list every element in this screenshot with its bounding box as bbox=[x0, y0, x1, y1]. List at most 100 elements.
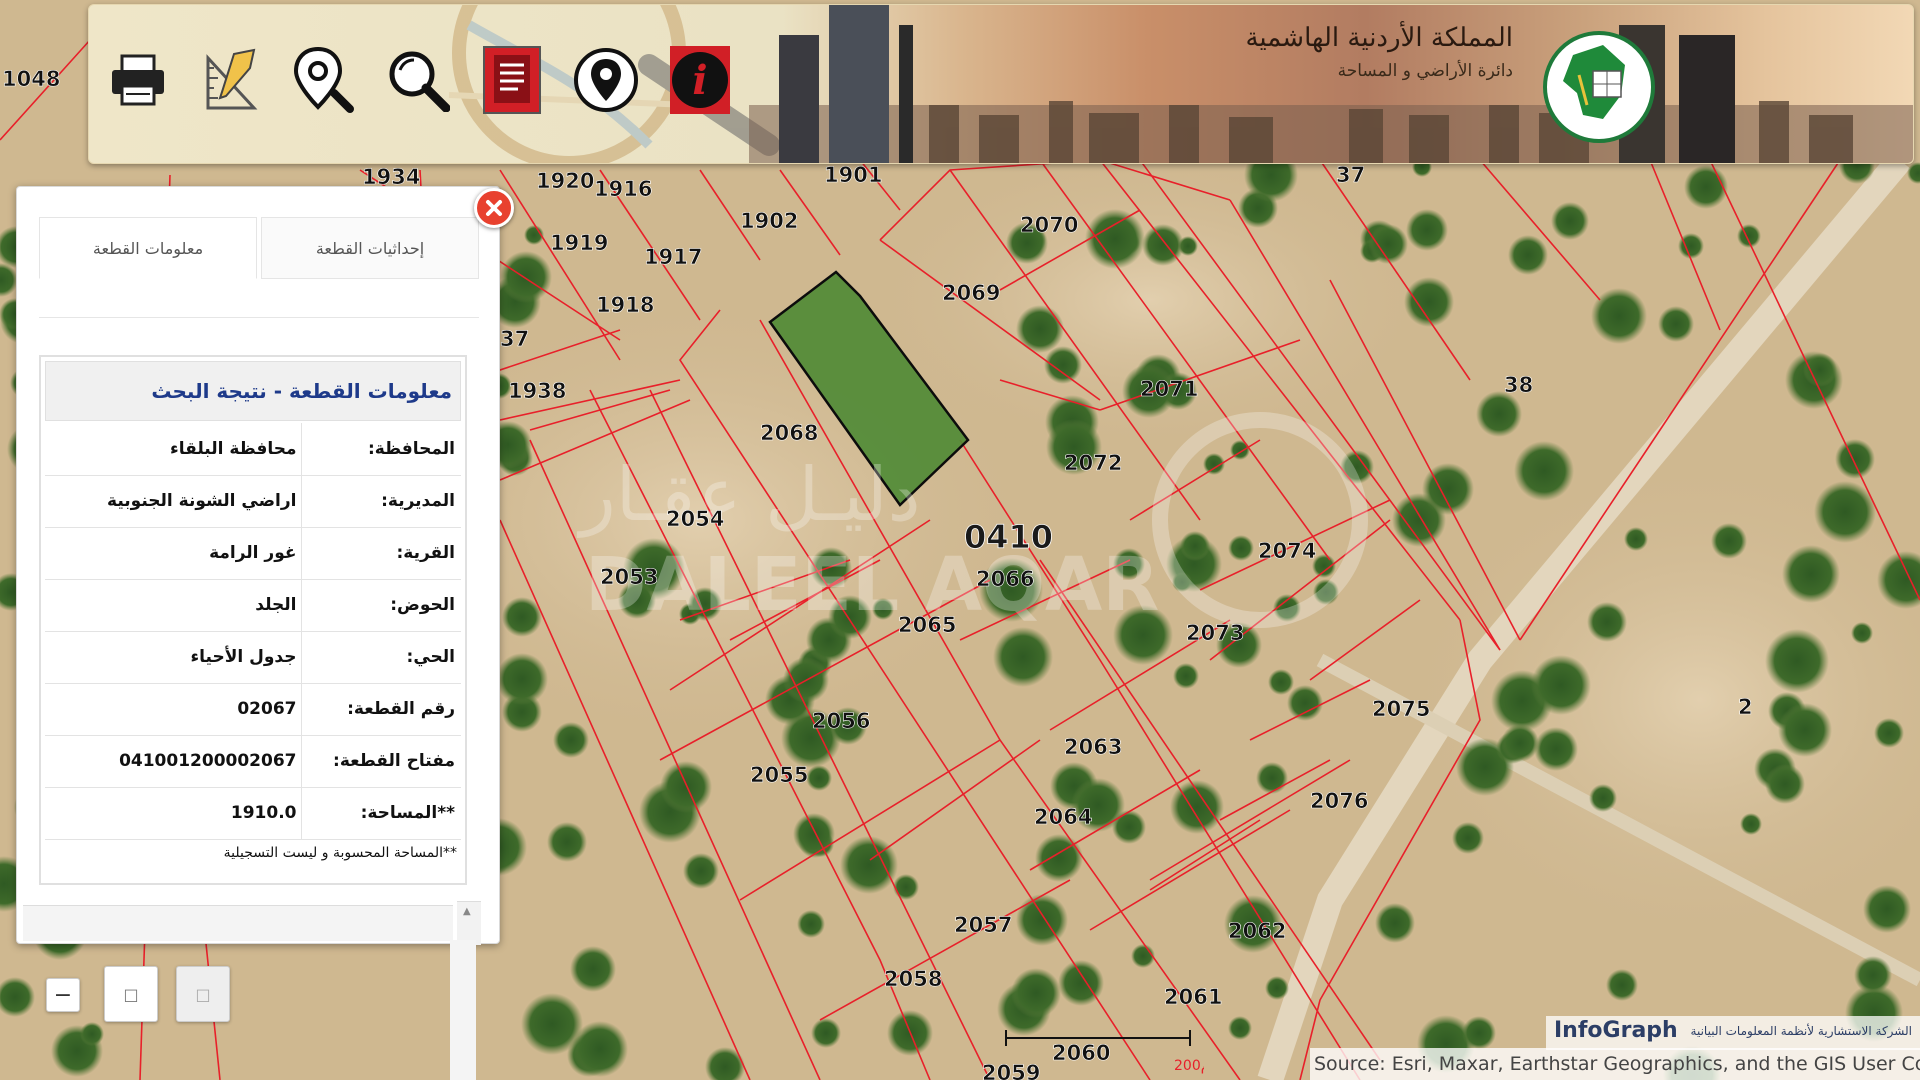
parcel-label-1917: 1917 bbox=[644, 245, 702, 269]
bush bbox=[1658, 306, 1694, 342]
parcel-label-2071: 2071 bbox=[1140, 377, 1198, 401]
bush bbox=[553, 722, 589, 758]
bush bbox=[1375, 903, 1415, 943]
parcel-info-panel: معلومات القطعة إحداثيات القطعة معلومات ا… bbox=[16, 186, 500, 945]
parcel-label-2057: 2057 bbox=[954, 913, 1012, 937]
bush bbox=[1044, 346, 1082, 384]
info-row: الحوض: الجلد bbox=[45, 579, 461, 632]
watermark-arabic: دليـل عقـار bbox=[576, 452, 921, 538]
search-button[interactable] bbox=[379, 35, 457, 125]
tab-parcel-coordinates[interactable]: إحداثيات القطعة bbox=[261, 217, 479, 279]
bush bbox=[1740, 813, 1762, 835]
bush bbox=[1874, 718, 1904, 748]
result-title: معلومات القطعة - نتيجة البحث bbox=[45, 361, 461, 421]
parcel-label-2066: 2066 bbox=[976, 567, 1034, 591]
title-block: المملكة الأردنية الهاشمية دائرة الأراضي … bbox=[1245, 23, 1513, 81]
bush bbox=[1452, 822, 1484, 854]
bush bbox=[1514, 441, 1574, 501]
tab-parcel-info[interactable]: معلومات القطعة bbox=[39, 217, 257, 279]
bush bbox=[1711, 523, 1747, 559]
bush bbox=[1016, 894, 1068, 946]
bush bbox=[806, 765, 832, 791]
page-scrollbar[interactable] bbox=[450, 940, 476, 1080]
scale-label: 200م bbox=[1174, 1058, 1204, 1074]
info-row: رقم القطعة: 02067 bbox=[45, 683, 461, 736]
bush bbox=[1589, 784, 1617, 812]
parcel-label-1938: 1938 bbox=[508, 379, 566, 403]
print-button[interactable] bbox=[99, 35, 177, 125]
header-banner: i المملكة الأردنية الهاشمية دائرة الأراض… bbox=[88, 4, 1914, 164]
department-title: دائرة الأراضي و المساحة bbox=[1337, 61, 1513, 81]
parcel-label-2065: 2065 bbox=[898, 613, 956, 637]
info-row-label: المحافظة: bbox=[300, 423, 461, 476]
bush bbox=[1228, 535, 1254, 561]
parcel-label-2074: 2074 bbox=[1258, 539, 1316, 563]
parcel-label-2058: 2058 bbox=[884, 967, 942, 991]
info-button[interactable]: i bbox=[661, 35, 739, 125]
bush bbox=[1368, 224, 1408, 264]
full-extent-button[interactable]: □ bbox=[176, 966, 230, 1022]
bush bbox=[1016, 305, 1064, 353]
bush bbox=[572, 1021, 628, 1077]
bush bbox=[80, 1022, 104, 1046]
parcel-label-2072: 2072 bbox=[1064, 451, 1122, 475]
infograph-text: الشركة الاستشارية لأنظمة المعلومات البيا… bbox=[1690, 1024, 1912, 1038]
parcel-label-37: 37 bbox=[1336, 163, 1365, 187]
bush bbox=[1406, 209, 1448, 251]
info-row: القرية: غور الرامة bbox=[45, 527, 461, 580]
info-row: مفتاح القطعة: 041001200002067 bbox=[45, 735, 461, 788]
parcel-label-2055: 2055 bbox=[750, 763, 808, 787]
parcel-label-1919: 1919 bbox=[550, 231, 608, 255]
locate-icon bbox=[294, 46, 354, 113]
parcel-label-2075: 2075 bbox=[1372, 697, 1430, 721]
marker-button[interactable] bbox=[567, 35, 645, 125]
parcel-info-table: المحافظة: محافظة البلقاء المديرية: اراضي ال… bbox=[45, 423, 461, 840]
scroll-up-icon: ▲ bbox=[463, 906, 471, 917]
info-row: المديرية: اراضي الشونة الجنوبية bbox=[45, 475, 461, 528]
area-footnote: **المساحة المحسوبة و ليست التسجيلية bbox=[223, 845, 457, 861]
printer-icon bbox=[112, 54, 164, 106]
home-button[interactable]: □ bbox=[104, 966, 158, 1022]
watermark-latin: DALEEL AQAR bbox=[585, 542, 1159, 628]
bush bbox=[1765, 629, 1829, 693]
locate-button[interactable] bbox=[285, 35, 363, 125]
bush bbox=[1228, 1016, 1252, 1040]
search-icon bbox=[389, 51, 450, 112]
bush bbox=[1476, 391, 1522, 437]
bush bbox=[1287, 685, 1323, 721]
bush bbox=[1131, 944, 1155, 968]
bush bbox=[547, 822, 587, 862]
info-row: الحي: جدول الأحياء bbox=[45, 631, 461, 684]
zoom-out-button[interactable]: − bbox=[46, 978, 80, 1012]
bush bbox=[797, 910, 825, 938]
info-row-label: مفتاح القطعة: bbox=[300, 735, 461, 788]
bush bbox=[500, 251, 552, 303]
measure-icon bbox=[206, 48, 258, 110]
scale-bar: 200م bbox=[1005, 1030, 1204, 1074]
bush bbox=[1835, 439, 1875, 479]
bush bbox=[840, 836, 898, 894]
close-panel-button[interactable] bbox=[474, 188, 514, 228]
bush bbox=[1782, 545, 1840, 603]
bush bbox=[793, 813, 835, 855]
bush bbox=[1854, 956, 1892, 994]
bush bbox=[502, 597, 542, 637]
parcel-label-1918: 1918 bbox=[596, 293, 654, 317]
country-title: المملكة الأردنية الهاشمية bbox=[1245, 23, 1513, 53]
bush bbox=[1551, 202, 1589, 240]
parcel-label-2053: 2053 bbox=[600, 565, 658, 589]
measure-button[interactable] bbox=[193, 35, 271, 125]
bush bbox=[660, 761, 712, 813]
bush bbox=[1011, 968, 1061, 1018]
parcel-label-37: 37 bbox=[500, 327, 529, 351]
parcel-label-2054: 2054 bbox=[666, 507, 724, 531]
parcel-label-1902: 1902 bbox=[740, 209, 798, 233]
panel-scroll-up[interactable]: ▲ bbox=[457, 901, 481, 945]
report-button[interactable] bbox=[473, 35, 551, 125]
info-row-value: 02067 bbox=[45, 683, 301, 736]
info-row-value: 1910.0 bbox=[45, 787, 301, 840]
info-row-label: الحوض: bbox=[300, 579, 461, 632]
bush bbox=[1501, 724, 1539, 762]
bush bbox=[1606, 969, 1638, 1001]
info-row-value: جدول الأحياء bbox=[45, 631, 301, 684]
